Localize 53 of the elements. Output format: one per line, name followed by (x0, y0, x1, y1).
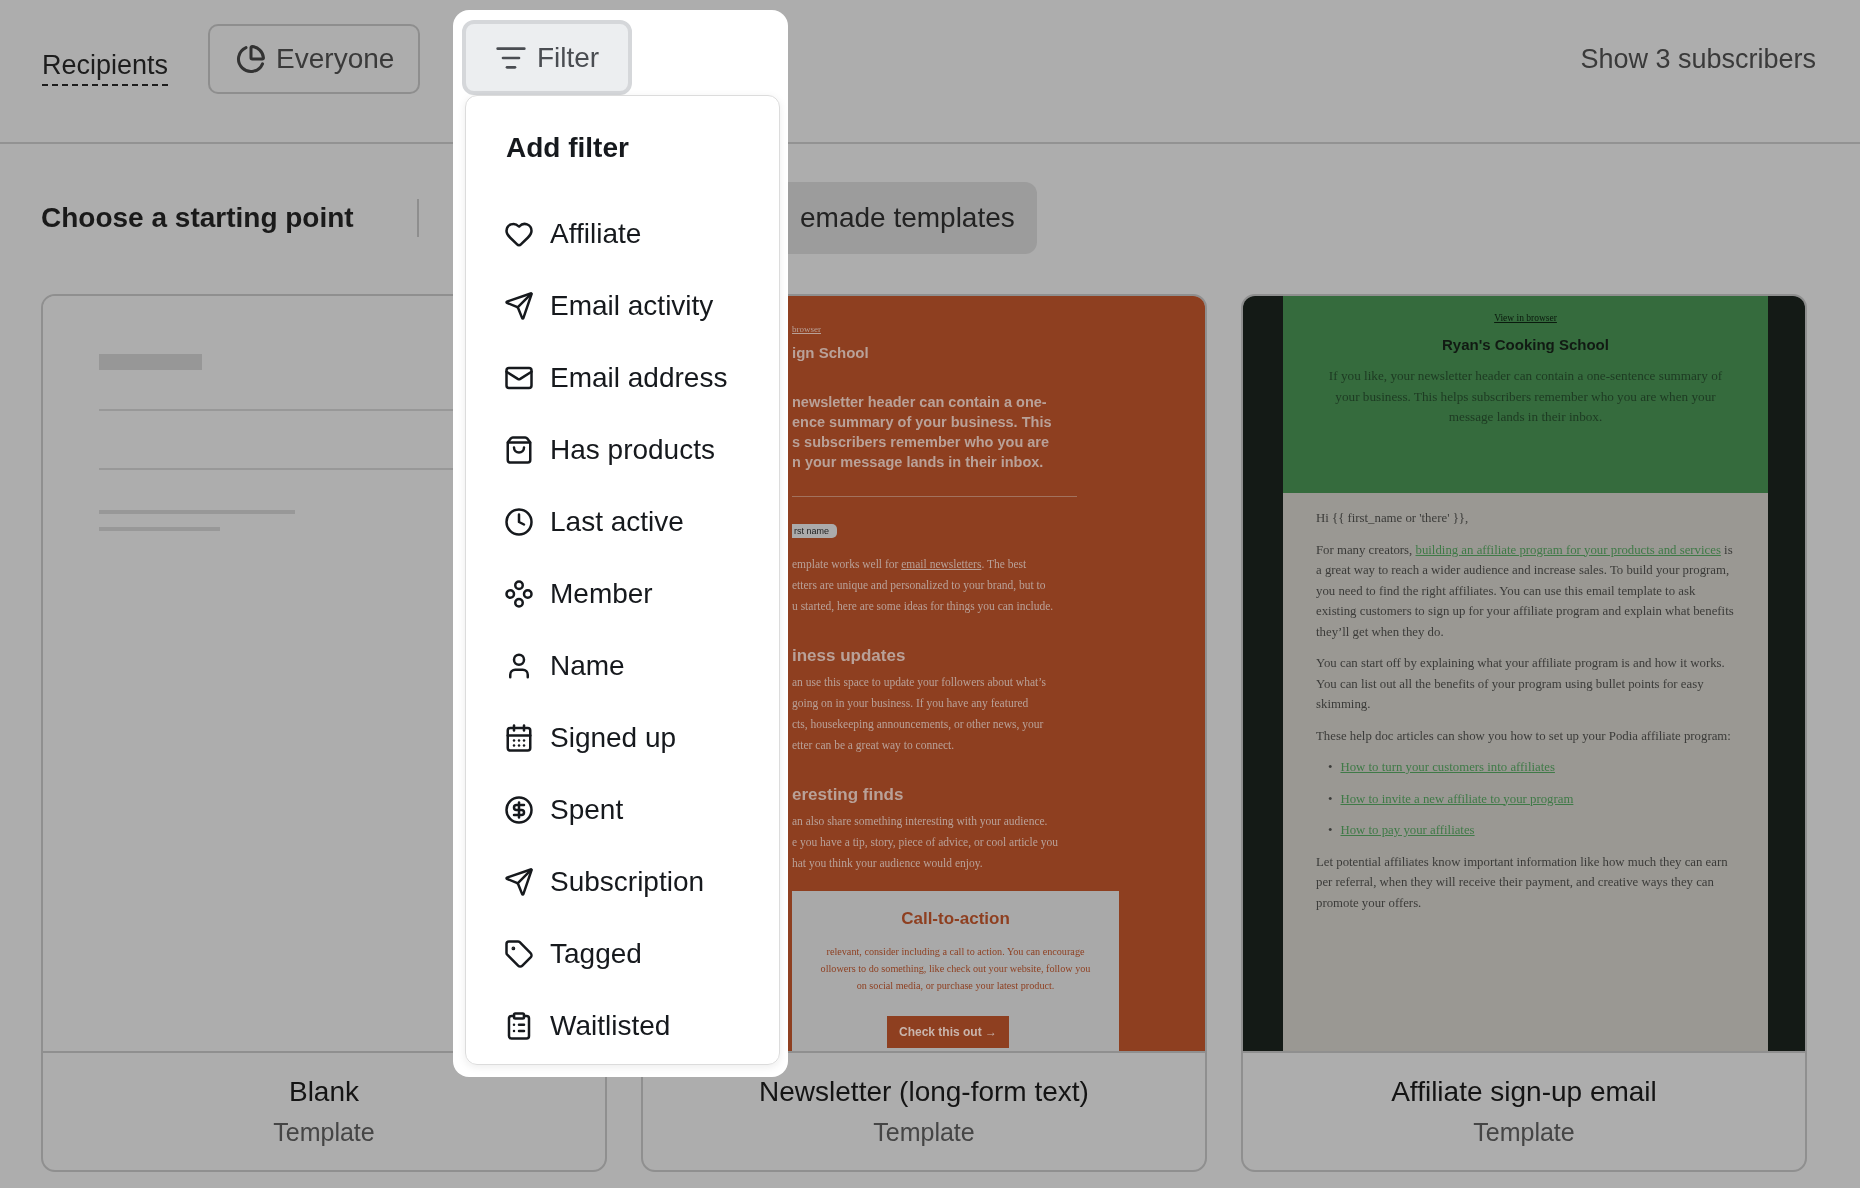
paragraph-line: u started, here are some ideas for things you can include. (792, 600, 1054, 612)
pie-chart-icon (236, 44, 267, 74)
paragraph: For many creators, building an affiliate program for your products and services is a great way to reach a wider audience and increase sales. To build your program, you need to find the right affiliates. You can use this email template to ask existing customers to sign up for your affiliate program and explain what benefits they’ll get when they do. (1316, 541, 1735, 641)
school-name: ign School (792, 344, 869, 361)
paragraph-line: an also share something interesting with your audience. (792, 815, 1048, 827)
template-subtitle: Template (1473, 1118, 1575, 1147)
header-line: ence summary of your business. This (792, 414, 1052, 431)
paragraph-line: emplate works well for email newsletters. The best (792, 558, 1027, 570)
paragraph-line: cts, housekeeping announcements, or other news, your (792, 718, 1044, 730)
header-line: newsletter header can contain a one- (792, 394, 1047, 411)
greeting: Hi {{ first_name or 'there' }}, (1316, 510, 1470, 527)
paragraph-line: etter can be a great way to connect. (792, 739, 955, 751)
template-title: Newsletter (long-form text) (759, 1076, 1089, 1108)
section-heading: iness updates (792, 646, 906, 666)
bullet: • (1328, 822, 1333, 839)
check-this-out-button[interactable]: Check this out → (887, 1016, 1009, 1048)
dollar-icon (504, 795, 534, 825)
merge-tag: rst name (792, 524, 837, 538)
template-title: Blank (288, 1076, 359, 1108)
bag-icon (504, 435, 534, 465)
cta-text: on social media, or purchase your latest product. (855, 980, 1056, 991)
paragraph-line: going on in your business. If you have any featured (792, 697, 1029, 709)
paragraph: These help doc articles can show you how to set up your Podia affiliate program: (1316, 727, 1732, 745)
tag-icon (504, 939, 534, 969)
template-subtitle: Template (273, 1118, 375, 1147)
bullet: • (1328, 790, 1333, 808)
school-name: Ryan's Cooking School (1442, 336, 1609, 353)
recipients-label[interactable]: Recipients (42, 50, 169, 86)
clock-icon (504, 507, 534, 537)
paragraph-line: e you have a tip, story, piece of advice, or cool article you (792, 836, 1058, 848)
header-line: n your message lands in their inbox. (792, 454, 1044, 471)
cta-text: relevant, consider including a call to action. You can encourage (825, 946, 1086, 957)
paragraph-line: etters are unique and personalized to your brand, but to (792, 579, 1046, 591)
menu-title: Add filter (506, 131, 630, 165)
paragraph-line: an use this space to update your followers about what’s (792, 676, 1046, 688)
paper-plane-icon (504, 867, 534, 897)
paragraph-line: hat you think your audience would enjoy. (792, 857, 983, 869)
cta-heading: Call-to-action (900, 909, 1011, 929)
filter-button[interactable]: Filter (462, 20, 632, 95)
section-heading: eresting finds (792, 785, 904, 805)
template-subtitle: Template (873, 1118, 975, 1147)
paper-plane-icon (504, 291, 534, 321)
cta-text: ollowers to do something, like check out your website, follow you (819, 963, 1092, 974)
calendar-icon (504, 723, 534, 753)
header-line: s subscribers remember who you are (792, 434, 1050, 451)
show-subscribers-button[interactable]: Show 3 subscribers (1578, 43, 1818, 75)
template-title: Affiliate sign-up email (1391, 1076, 1657, 1108)
bullet: • (1328, 759, 1333, 776)
section-title: Choose a starting point (41, 202, 354, 233)
paragraph: You can start off by explaining what your affiliate program is and how it works. You can list out all the benefits of your program using bullet points for easy skimming. (1316, 655, 1726, 713)
nodes-icon (504, 579, 534, 609)
paragraph: Let potential affiliates know important information like how much they can earn per referral, when they will receive their payment, and creative ways they can promote your offers. (1316, 853, 1729, 912)
audience-button[interactable]: Everyone (208, 24, 421, 94)
